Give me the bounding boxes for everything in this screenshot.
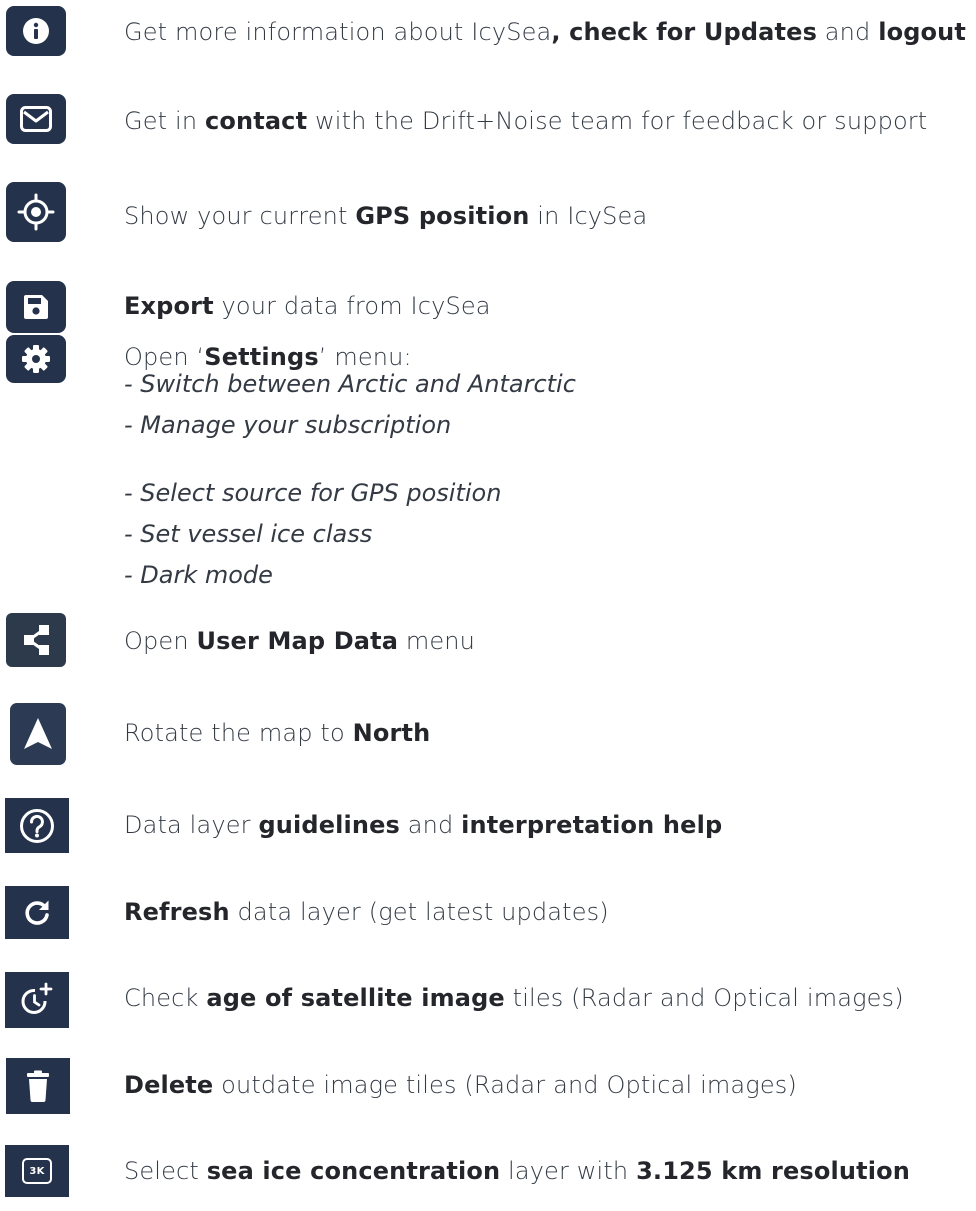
gps-target-icon	[17, 193, 55, 231]
trash-icon	[27, 1070, 49, 1102]
user-map-data-description: Open User Map Data menu	[124, 627, 476, 655]
info-button[interactable]	[6, 6, 66, 56]
3k-layer-button[interactable]: 3K	[5, 1145, 69, 1197]
image-age-button[interactable]	[5, 972, 69, 1028]
3k-layer-description: Select sea ice concentration layer with …	[124, 1157, 910, 1185]
settings-subitem: - Set vessel ice class	[124, 520, 373, 548]
export-description: Export your data from IcySea	[124, 292, 491, 320]
info-description: Get more information about IcySea, check…	[124, 18, 967, 46]
age-description: Check age of satellite image tiles (Rada…	[124, 984, 904, 1012]
north-description: Rotate the map to North	[124, 719, 431, 747]
refresh-button[interactable]	[5, 886, 69, 939]
delete-tiles-button[interactable]	[6, 1058, 70, 1114]
settings-subitem: - Dark mode	[124, 561, 273, 589]
info-icon	[23, 18, 49, 44]
user-map-data-button[interactable]	[6, 613, 66, 667]
north-button[interactable]	[10, 703, 66, 765]
clock-plus-icon	[21, 982, 53, 1014]
refresh-icon	[25, 900, 49, 925]
share-nodes-icon	[24, 625, 49, 655]
save-icon	[24, 295, 48, 319]
3k-layer-label: 3K	[29, 1165, 45, 1177]
gps-button[interactable]	[6, 182, 66, 242]
refresh-description: Refresh data layer (get latest updates)	[124, 898, 609, 926]
gps-description: Show your current GPS position in IcySea	[124, 202, 648, 230]
settings-subitem: - Manage your subscription	[124, 411, 452, 439]
gear-icon	[22, 345, 50, 373]
delete-description: Delete outdate image tiles (Radar and Op…	[124, 1071, 797, 1099]
settings-subitem: - Select source for GPS position	[124, 479, 502, 507]
3k-layer-icon: 3K	[22, 1158, 52, 1184]
settings-subitem: - Switch between Arctic and Antarctic	[124, 370, 576, 398]
mail-icon	[20, 106, 52, 132]
contact-button[interactable]	[6, 94, 66, 144]
help-circle-icon	[20, 808, 54, 843]
help-button[interactable]	[5, 798, 69, 853]
north-arrow-icon	[24, 718, 52, 749]
help-description: Data layer guidelines and interpretation…	[124, 811, 723, 839]
export-button[interactable]	[6, 281, 66, 333]
settings-button[interactable]	[6, 335, 66, 383]
contact-description: Get in contact with the Drift+Noise team…	[124, 107, 928, 135]
